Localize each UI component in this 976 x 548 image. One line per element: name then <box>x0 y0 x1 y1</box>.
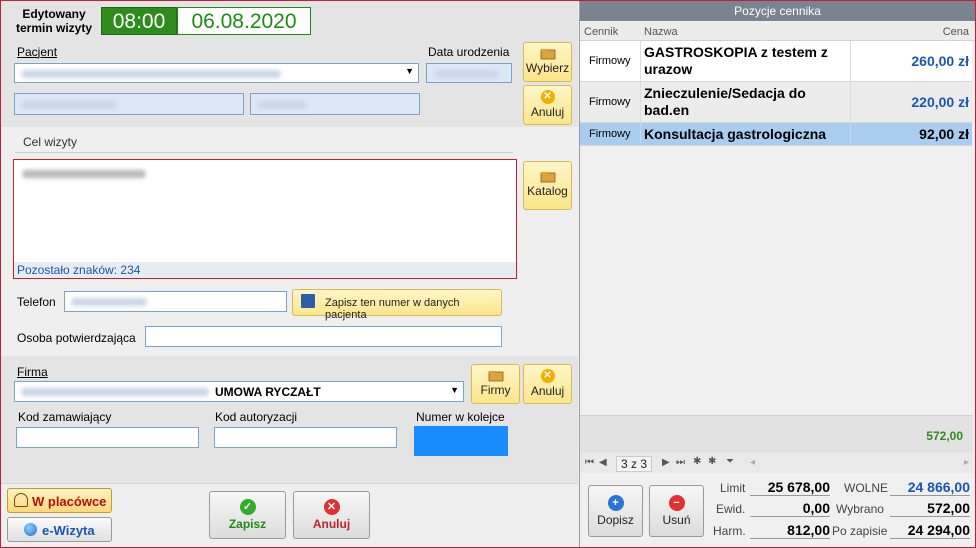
auth-code-label: Kod autoryzacji <box>215 410 298 424</box>
check-icon: ✓ <box>239 499 256 515</box>
harm-value: 812,00 <box>750 522 830 539</box>
ewid-label: Ewid. <box>716 502 746 516</box>
row-nazwa: GASTROSKOPIA z testem z urazow <box>641 41 851 81</box>
col-cena: Cena <box>942 26 969 38</box>
close-icon: ✕ <box>540 90 555 104</box>
dob-label: Data urodzenia <box>428 45 510 59</box>
last-record-icon[interactable]: ⏭ <box>676 457 685 468</box>
next-record-icon[interactable]: ▶ <box>662 457 670 468</box>
scroll-left-icon[interactable]: ◂ <box>750 457 755 468</box>
company-select[interactable]: UMOWA RYCZAŁT ▼ <box>14 381 464 402</box>
choose-patient-button[interactable]: Wybierz <box>523 42 572 82</box>
col-cennik: Cennik <box>584 26 619 38</box>
price-list-title: Pozycje cennika <box>580 1 975 21</box>
cancel-company-button[interactable]: ✕ Anuluj <box>523 364 572 404</box>
insert-record-icon[interactable]: ✱ <box>693 456 701 467</box>
price-list-panel: Pozycje cennika Cennik Nazwa Cena Firmow… <box>579 1 975 547</box>
row-cena: 220,00 zł <box>911 94 969 110</box>
row-nazwa: Konsultacja gastrologiczna <box>641 123 851 145</box>
save-phone-button[interactable]: Zapisz ten numer w danych pacjenta <box>292 289 502 321</box>
chevron-down-icon: ▼ <box>405 66 414 76</box>
visit-time: 08:00 <box>101 7 177 35</box>
selected-label: Wybrano <box>836 502 884 516</box>
on-site-button[interactable]: W placówce <box>7 488 112 513</box>
after-save-value: 24 294,00 <box>890 522 970 539</box>
after-save-label: Po zapisie <box>832 524 888 538</box>
first-record-icon[interactable]: ⏮ <box>585 457 594 468</box>
free-value: 24 866,00 <box>890 479 970 496</box>
patient-label: Pacjent <box>17 45 58 59</box>
grid-total: 572,00 <box>926 429 963 443</box>
grid-header: Cennik Nazwa Cena <box>580 22 975 41</box>
folder-icon <box>540 49 555 60</box>
ewid-value: 0,00 <box>750 500 830 517</box>
auth-code-field[interactable] <box>214 427 397 448</box>
purpose-label: Cel wizyty <box>23 135 78 149</box>
visit-date: 06.08.2020 <box>177 7 311 35</box>
row-nazwa: Znieczulenie/Sedacja do bad.en <box>641 82 851 122</box>
e-visit-button[interactable]: e-Wizyta <box>7 517 112 542</box>
grid-navigator: ⏮ ◀ 3 z 3 ▶ ⏭ ✱ ✱ ⏷ ◂ ▸ <box>580 453 973 473</box>
row-cena: 260,00 zł <box>911 53 969 69</box>
row-cena: 92,00 zł <box>919 126 969 142</box>
visit-form-panel: Edytowany termin wizyty 08:00 06.08.2020… <box>1 1 578 547</box>
filter-icon[interactable]: ⏷ <box>726 456 734 467</box>
chevron-down-icon: ▼ <box>450 385 459 395</box>
confirming-field[interactable] <box>145 326 502 347</box>
col-nazwa: Nazwa <box>644 26 678 38</box>
folder-icon <box>540 172 555 183</box>
table-row-selected[interactable]: Firmowy Konsultacja gastrologiczna 92,00… <box>580 123 972 146</box>
remove-position-button[interactable]: − Usuń <box>649 485 704 537</box>
person-icon <box>14 493 28 507</box>
bottom-divider <box>1 483 578 484</box>
plus-icon: + <box>607 495 624 511</box>
record-position: 3 z 3 <box>616 456 653 472</box>
remaining-chars: Pozostało znaków: 234 <box>17 263 141 277</box>
minus-icon: − <box>668 495 685 511</box>
company-label: Firma <box>17 365 48 379</box>
cancel-patient-button[interactable]: ✕ Anuluj <box>523 85 572 125</box>
patient-extra-field <box>250 93 420 115</box>
catalog-button[interactable]: Katalog <box>523 161 572 210</box>
globe-icon <box>24 523 37 536</box>
ordering-code-label: Kod zamawiający <box>18 410 112 424</box>
edited-term-label: Edytowany termin wizyty <box>15 7 93 35</box>
row-cennik: Firmowy <box>580 82 641 122</box>
patient-select[interactable]: ▼ <box>14 63 419 83</box>
queue-number-box <box>414 426 508 456</box>
grid-body: Firmowy GASTROSKOPIA z testem z urazow 2… <box>580 41 973 415</box>
close-icon: ✕ <box>323 499 340 515</box>
purpose-textarea[interactable]: Pozostało znaków: 234 <box>13 159 517 279</box>
patient-id-field <box>14 93 244 115</box>
prev-record-icon[interactable]: ◀ <box>599 457 607 468</box>
limit-label: Limit <box>720 481 746 495</box>
dob-field <box>426 63 512 83</box>
purpose-divider <box>15 152 513 153</box>
confirming-label: Osoba potwierdzająca <box>17 331 136 345</box>
free-label: WOLNE <box>844 481 889 495</box>
close-icon: ✕ <box>540 369 555 383</box>
companies-button[interactable]: Firmy <box>471 364 520 404</box>
cancel-button[interactable]: ✕ Anuluj <box>293 491 370 539</box>
scroll-right-icon[interactable]: ▸ <box>964 457 969 468</box>
folder-icon <box>488 371 503 382</box>
floppy-icon <box>301 294 315 308</box>
harm-label: Harm. <box>713 524 746 538</box>
row-cennik: Firmowy <box>580 123 641 145</box>
row-cennik: Firmowy <box>580 41 641 81</box>
grid-footer: 572,00 <box>580 415 973 453</box>
purpose-counter-bar: Pozostało znaków: 234 <box>14 262 516 278</box>
table-row[interactable]: Firmowy GASTROSKOPIA z testem z urazow 2… <box>580 41 972 82</box>
edit-record-icon[interactable]: ✱ <box>708 456 716 467</box>
phone-label: Telefon <box>17 295 56 309</box>
limit-value: 25 678,00 <box>750 479 830 496</box>
selected-value: 572,00 <box>890 500 970 517</box>
save-button[interactable]: ✓ Zapisz <box>209 491 286 539</box>
queue-number-label: Numer w kolejce <box>416 410 505 424</box>
table-row[interactable]: Firmowy Znieczulenie/Sedacja do bad.en 2… <box>580 82 972 123</box>
add-position-button[interactable]: + Dopisz <box>588 485 643 537</box>
phone-field[interactable] <box>64 291 287 312</box>
ordering-code-field[interactable] <box>16 427 199 448</box>
